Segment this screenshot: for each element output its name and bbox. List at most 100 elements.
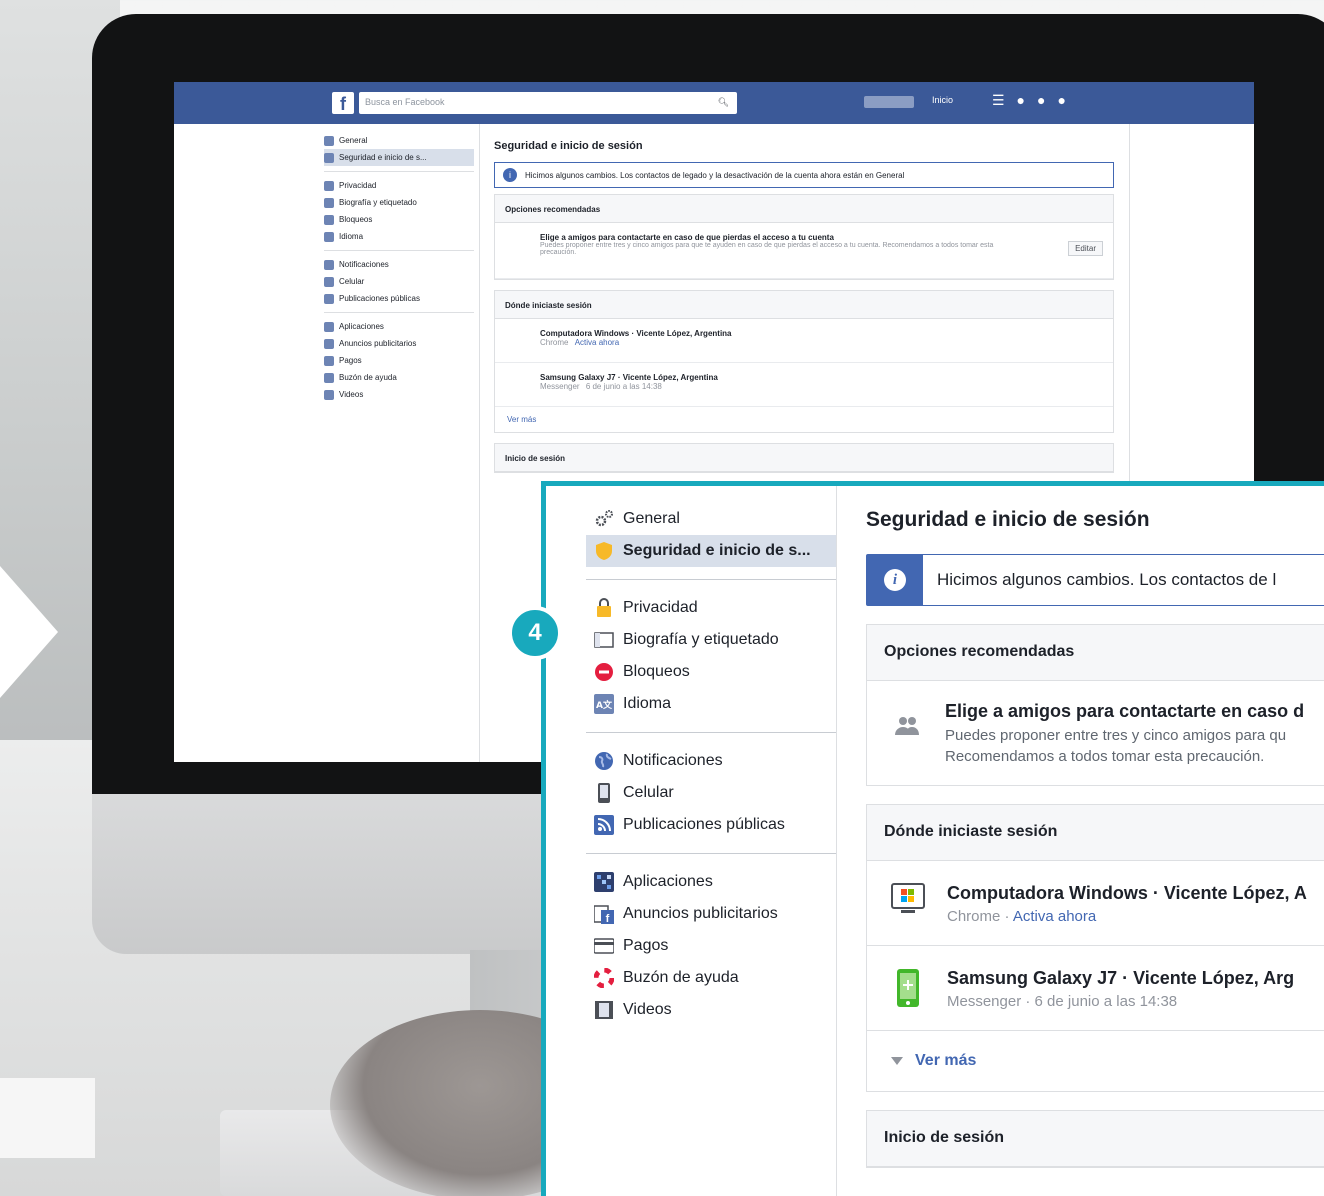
screen-sidebar-label: Notificaciones: [339, 260, 389, 269]
rss-icon: [594, 815, 614, 835]
sidebar-item-gear[interactable]: General: [586, 503, 836, 535]
screen-sidebar-item[interactable]: Idioma: [324, 228, 474, 245]
card-icon: [324, 355, 334, 366]
screen-device-app: Chrome: [540, 338, 569, 347]
sidebar-item-globe[interactable]: Notificaciones: [586, 745, 836, 777]
device-title: Samsung Galaxy J7 · Vicente López, Arg: [947, 968, 1295, 988]
sidebar-item-rss[interactable]: Publicaciones públicas: [586, 809, 836, 841]
language-icon: A文: [594, 694, 614, 714]
sidebar-item-label: Notificaciones: [623, 752, 723, 769]
sidebar-item-lock[interactable]: Privacidad: [586, 592, 836, 624]
language-icon: [324, 231, 334, 242]
screen-sidebar-item[interactable]: Publicaciones públicas: [324, 290, 474, 307]
screen-sidebar-item[interactable]: Pagos: [324, 352, 474, 369]
info-banner: i Hicimos algunos cambios. Los contactos…: [866, 554, 1324, 606]
sidebar-item-label: Privacidad: [623, 599, 698, 616]
step-badge: 4: [508, 606, 562, 660]
screen-sidebar-item[interactable]: Bloqueos: [324, 211, 474, 228]
screen-sidebar-item[interactable]: Notificaciones: [324, 256, 474, 273]
screen-sidebar-item[interactable]: Anuncios publicitarios: [324, 335, 474, 352]
screen-sidebar: General Seguridad e inicio de s... Privaci…: [324, 132, 474, 403]
block-icon: [324, 214, 334, 225]
nav-icons[interactable]: ☰●●●: [992, 92, 1078, 109]
info-banner-text: Hicimos algunos cambios. Los contactos d…: [937, 570, 1277, 589]
device-row-windows[interactable]: Computadora Windows · Vicente López, A C…: [867, 861, 1324, 946]
sidebar-item-label: Anuncios publicitarios: [623, 905, 778, 922]
screen-sidebar-item[interactable]: Videos: [324, 386, 474, 403]
screen-sidebar-item[interactable]: Celular: [324, 273, 474, 290]
zoom-panel: General Seguridad e inicio de s... Privaci…: [541, 481, 1324, 1196]
screen-sidebar-item[interactable]: Buzón de ayuda: [324, 369, 474, 386]
screen-sidebar-label: Celular: [339, 277, 365, 286]
trusted-contacts-title: Elige a amigos para contactarte en caso …: [945, 701, 1305, 721]
login-box: Inicio de sesión: [866, 1110, 1324, 1168]
ads-icon: [324, 338, 334, 349]
screen-info-text: Hicimos algunos cambios. Los contactos d…: [525, 170, 905, 180]
screen-sidebar-label: Seguridad e inicio de s...: [339, 153, 427, 162]
sidebar-item-label: Buzón de ayuda: [623, 969, 739, 986]
screen-sidebar-item[interactable]: Biografía y etiquetado: [324, 194, 474, 211]
where-logged-in-box: Dónde iniciaste sesión Computadora Windo…: [866, 804, 1324, 1092]
profile-name-chip[interactable]: [864, 96, 914, 108]
trusted-contacts-desc-line2: Recomendamos a todos tomar esta precauci…: [945, 748, 1265, 765]
apps-icon: [594, 872, 614, 892]
search-placeholder: Busca en Facebook: [365, 97, 445, 107]
screen-sidebar-label: Anuncios publicitarios: [339, 339, 417, 348]
sidebar-item-ads[interactable]: f Anuncios publicitarios: [586, 898, 836, 930]
screen-edit-button[interactable]: Editar: [1068, 241, 1103, 256]
screen-sidebar-label: Buzón de ayuda: [339, 373, 397, 382]
svg-text:A文: A文: [596, 699, 613, 711]
timeline-icon: [324, 197, 334, 208]
sidebar-item-lifebuoy[interactable]: Buzón de ayuda: [586, 962, 836, 994]
sidebar-item-shield[interactable]: Seguridad e inicio de s...: [586, 535, 836, 567]
device-row-samsung[interactable]: Samsung Galaxy J7 · Vicente López, Arg M…: [867, 946, 1324, 1031]
device-status-active: Activa ahora: [1012, 908, 1097, 925]
facebook-logo-icon[interactable]: f: [332, 92, 354, 114]
sidebar-item-label: Aplicaciones: [623, 873, 713, 890]
screen-sidebar-item[interactable]: Seguridad e inicio de s...: [324, 149, 474, 166]
search-input[interactable]: Busca en Facebook 🔍︎: [359, 92, 737, 114]
screen-recommended-box: Opciones recomendadas Elige a amigos par…: [494, 194, 1114, 280]
film-icon: [594, 1000, 614, 1020]
lifebuoy-icon: [324, 372, 334, 383]
lock-icon: [594, 598, 614, 618]
sidebar-separator: [586, 732, 836, 733]
see-more-link[interactable]: Ver más: [867, 1031, 1324, 1091]
sidebar-item-label: Biografía y etiquetado: [623, 631, 779, 648]
info-icon: i: [503, 168, 517, 182]
nav-home-link[interactable]: Inicio: [932, 95, 953, 105]
screen-device-row[interactable]: Computadora Windows · Vicente López, Arg…: [495, 319, 1113, 363]
sidebar-item-phone[interactable]: Celular: [586, 777, 836, 809]
screen-sidebar-label: Privacidad: [339, 181, 377, 190]
sidebar-item-language[interactable]: A文 Idioma: [586, 688, 836, 720]
trusted-contacts-row[interactable]: Elige a amigos para contactarte en caso …: [867, 681, 1324, 785]
sidebar-item-film[interactable]: Videos: [586, 994, 836, 1026]
globe-icon: [324, 259, 334, 270]
screen-device-title: Computadora Windows · Vicente López, Arg…: [540, 329, 732, 338]
screen-sidebar-separator: [324, 250, 474, 251]
sidebar-item-apps[interactable]: Aplicaciones: [586, 866, 836, 898]
screen-where-box: Dónde iniciaste sesión Computadora Windo…: [494, 290, 1114, 433]
screen-sidebar-item[interactable]: Aplicaciones: [324, 318, 474, 335]
sidebar-item-timeline[interactable]: Biografía y etiquetado: [586, 624, 836, 656]
screen-device-row[interactable]: Samsung Galaxy J7 · Vicente López, Argen…: [495, 363, 1113, 407]
screen-sidebar-item[interactable]: General: [324, 132, 474, 149]
sidebar-item-label: Videos: [623, 1001, 672, 1018]
screen-sidebar-label: Publicaciones públicas: [339, 294, 420, 303]
search-icon[interactable]: 🔍︎: [718, 97, 729, 108]
screen-sidebar-label: Bloqueos: [339, 215, 373, 224]
sidebar-item-card[interactable]: Pagos: [586, 930, 836, 962]
rss-icon: [324, 293, 334, 304]
booklet: [0, 1078, 95, 1158]
settings-sidebar: General Seguridad e inicio de s... Privaci…: [546, 486, 837, 1196]
screen-recommended-title: Elige a amigos para contactarte en caso …: [540, 233, 834, 242]
page-title: Seguridad e inicio de sesión: [866, 508, 1150, 531]
lock-icon: [324, 180, 334, 191]
screen-sidebar-item[interactable]: Privacidad: [324, 177, 474, 194]
screen-see-more-link[interactable]: Ver más: [495, 407, 1113, 432]
phone-icon: [324, 276, 334, 287]
gear-icon: [324, 135, 334, 146]
screen-device-status: 6 de junio a las 14:38: [585, 382, 662, 391]
sidebar-item-block[interactable]: Bloqueos: [586, 656, 836, 688]
block-icon: [594, 662, 614, 682]
